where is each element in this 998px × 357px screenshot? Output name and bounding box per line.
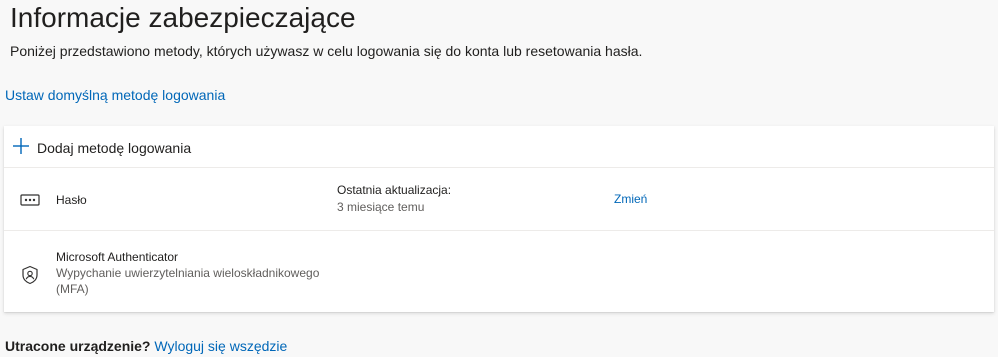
last-update-label: Ostatnia aktualizacja:	[337, 183, 452, 197]
lost-device-section: Utracone urządzenie? Wyloguj się wszędzi…	[5, 337, 287, 355]
page-title: Informacje zabezpieczające	[10, 2, 356, 33]
set-default-method-link[interactable]: Ustaw domyślną metodę logowania	[5, 86, 225, 104]
sign-out-everywhere-link[interactable]: Wyloguj się wszędzie	[154, 338, 287, 354]
plus-icon	[13, 138, 29, 154]
method-name: Hasło	[56, 193, 87, 207]
add-method-button[interactable]: Dodaj metodę logowania	[4, 126, 994, 168]
lost-device-label: Utracone urządzenie?	[5, 338, 151, 354]
authenticator-icon	[22, 265, 38, 285]
password-icon	[20, 194, 40, 206]
method-row-authenticator: Microsoft Authenticator Wypychanie uwier…	[4, 232, 994, 312]
page-subtitle: Poniżej przedstawiono metody, których uż…	[10, 43, 643, 59]
method-row-password: Hasło Ostatnia aktualizacja: 3 miesiące …	[4, 169, 994, 231]
sign-in-methods-card: Dodaj metodę logowania Hasło Ostatnia ak…	[4, 126, 994, 312]
method-description: Wypychanie uwierzytelniania wieloskładni…	[56, 266, 320, 296]
add-method-label: Dodaj metodę logowania	[37, 140, 192, 156]
last-update-value: 3 miesiące temu	[337, 200, 425, 214]
security-info-page: Informacje zabezpieczające Poniżej przed…	[0, 0, 998, 357]
change-password-link[interactable]: Zmień	[614, 191, 647, 207]
method-name: Microsoft Authenticator	[56, 250, 179, 264]
